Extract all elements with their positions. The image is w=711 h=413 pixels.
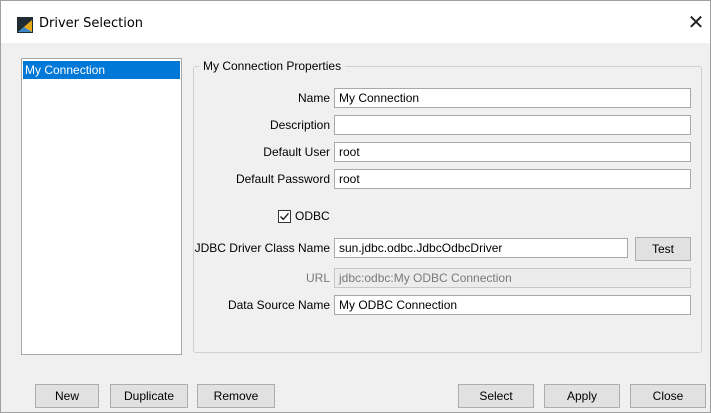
close-button[interactable]: Close — [630, 384, 706, 408]
remove-button[interactable]: Remove — [197, 384, 275, 408]
new-button[interactable]: New — [35, 384, 99, 408]
checkmark-icon — [280, 212, 290, 221]
window-title: Driver Selection — [39, 16, 144, 31]
close-icon: ✕ — [687, 10, 705, 34]
driver-selection-dialog: Driver Selection ✕ My Connection My Conn… — [0, 0, 711, 413]
url-label: URL — [305, 271, 330, 285]
odbc-label[interactable]: ODBC — [295, 207, 330, 225]
default-user-label: Default User — [263, 145, 330, 159]
connection-properties-legend: My Connection Properties — [199, 58, 346, 74]
close-window-button[interactable]: ✕ — [684, 11, 708, 35]
select-button[interactable]: Select — [458, 384, 534, 408]
data-source-label: Data Source Name — [227, 298, 330, 312]
url-field: jdbc:odbc:My ODBC Connection — [334, 268, 691, 288]
driver-class-field[interactable]: sun.jdbc.odbc.JdbcOdbcDriver — [334, 238, 628, 258]
name-label: Name — [297, 91, 330, 105]
app-icon — [17, 17, 33, 33]
driver-class-label: JDBC Driver Class Name — [194, 241, 330, 255]
default-user-field[interactable]: root — [334, 142, 691, 162]
title-bar: Driver Selection ✕ — [1, 1, 710, 43]
name-field[interactable]: My Connection — [334, 88, 691, 108]
default-password-label: Default Password — [235, 172, 330, 186]
default-password-field[interactable]: root — [334, 169, 691, 189]
test-button[interactable]: Test — [635, 237, 691, 261]
description-field[interactable] — [334, 115, 691, 135]
data-source-field[interactable]: My ODBC Connection — [334, 295, 691, 315]
duplicate-button[interactable]: Duplicate — [110, 384, 188, 408]
connection-list-item[interactable]: My Connection — [23, 61, 180, 79]
apply-button[interactable]: Apply — [544, 384, 620, 408]
description-label: Description — [269, 118, 330, 132]
odbc-checkbox[interactable] — [278, 210, 291, 223]
